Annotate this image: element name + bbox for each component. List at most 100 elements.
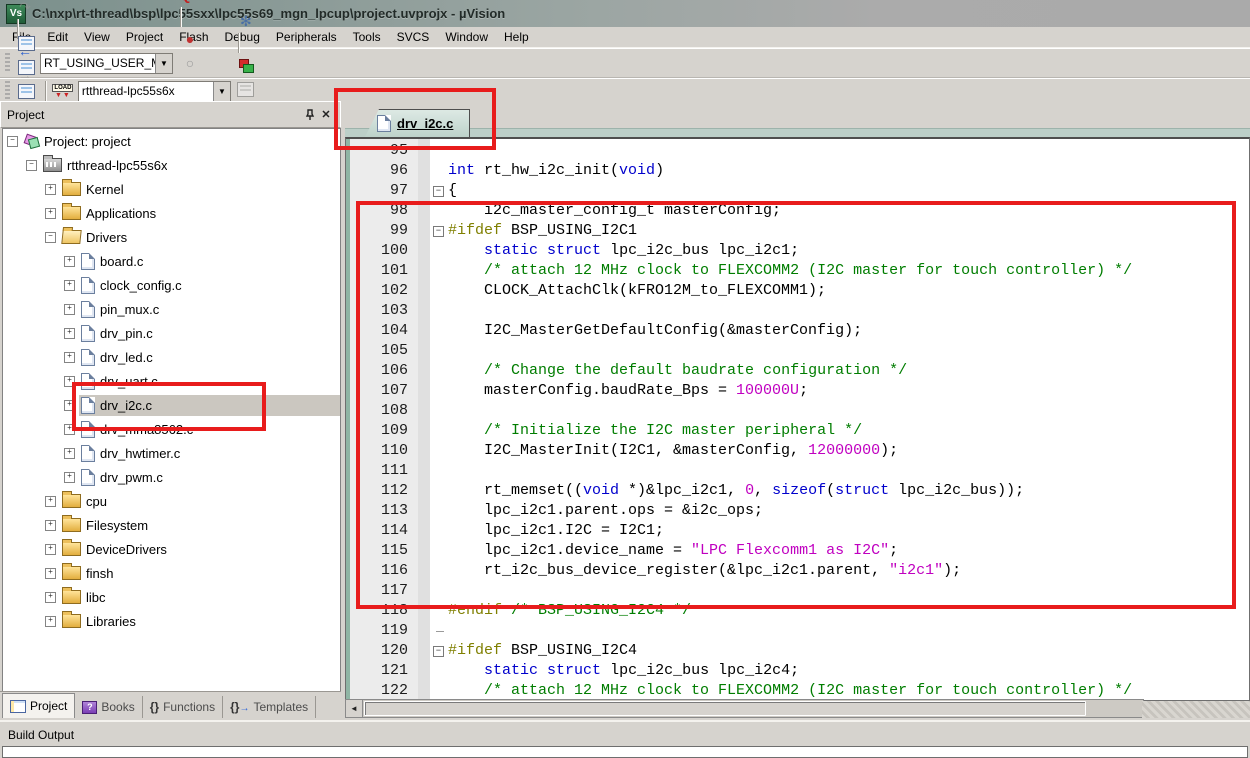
code-line-102[interactable]: 102 CLOCK_AttachClk(kFRO12M_to_FLEXCOMM1… — [346, 281, 1249, 301]
collapse-icon[interactable]: − — [26, 160, 37, 171]
collapse-icon[interactable]: − — [7, 136, 18, 147]
code-line-119[interactable]: 119 — [346, 621, 1249, 641]
tree-item-devicedrivers[interactable]: +DeviceDrivers — [3, 537, 340, 561]
tree-item-drv-mma8562-c[interactable]: +drv_mma8562.c — [3, 417, 340, 441]
code-line-118[interactable]: 118#endif /* BSP_USING_I2C4 */ — [346, 601, 1249, 621]
code-line-101[interactable]: 101 /* attach 12 MHz clock to FLEXCOMM2 … — [346, 261, 1249, 281]
code-editor[interactable]: 9596int rt_hw_i2c_init(void)97−{98 i2c_m… — [345, 137, 1250, 701]
menu-svcs[interactable]: SVCS — [389, 28, 438, 46]
target-combobox[interactable]: rtthread-lpc55s6x ▼ — [78, 81, 231, 102]
tab-project[interactable]: Project — [2, 693, 75, 718]
close-icon[interactable]: ✕ — [318, 107, 334, 123]
code-line-98[interactable]: 98 i2c_master_config_t masterConfig; — [346, 201, 1249, 221]
expand-icon[interactable]: + — [45, 568, 56, 579]
code-line-104[interactable]: 104 I2C_MasterGetDefaultConfig(&masterCo… — [346, 321, 1249, 341]
expand-icon[interactable]: + — [45, 208, 56, 219]
menu-project[interactable]: Project — [118, 28, 171, 46]
tab-books[interactable]: ?Books — [75, 696, 142, 718]
tree-item-rtthread-lpc55s6x[interactable]: −rtthread-lpc55s6x — [3, 153, 340, 177]
expand-icon[interactable]: + — [64, 448, 75, 459]
menu-help[interactable]: Help — [496, 28, 537, 46]
scroll-left-icon[interactable]: ◄ — [346, 700, 363, 717]
tree-item-drv-pwm-c[interactable]: +drv_pwm.c — [3, 465, 340, 489]
code-line-97[interactable]: 97−{ — [346, 181, 1249, 201]
expand-icon[interactable]: + — [64, 256, 75, 267]
tree-item-cpu[interactable]: +cpu — [3, 489, 340, 513]
tree-item-libraries[interactable]: +Libraries — [3, 609, 340, 633]
build-output-content[interactable] — [2, 746, 1248, 758]
download-to-flash-button[interactable]: LOAD▼▼ — [51, 79, 75, 103]
code-line-116[interactable]: 116 rt_i2c_bus_device_register(&lpc_i2c1… — [346, 561, 1249, 581]
define-combobox[interactable]: RT_USING_USER_MAI ▼ — [40, 53, 173, 74]
tree-item-clock-config-c[interactable]: +clock_config.c — [3, 273, 340, 297]
code-line-105[interactable]: 105 — [346, 341, 1249, 361]
code-line-110[interactable]: 110 I2C_MasterInit(I2C1, &masterConfig, … — [346, 441, 1249, 461]
fold-collapse-icon[interactable]: − — [433, 646, 444, 657]
menu-edit[interactable]: Edit — [39, 28, 76, 46]
expand-icon[interactable]: + — [45, 592, 56, 603]
expand-icon[interactable]: + — [45, 184, 56, 195]
tree-item-project-project[interactable]: −Project: project — [3, 129, 340, 153]
code-line-114[interactable]: 114 lpc_i2c1.I2C = I2C1; — [346, 521, 1249, 541]
expand-icon[interactable]: + — [64, 328, 75, 339]
code-line-108[interactable]: 108 — [346, 401, 1249, 421]
tree-item-drivers[interactable]: −Drivers — [3, 225, 340, 249]
quick-search-icon[interactable]: Q▼ — [176, 0, 204, 7]
code-line-96[interactable]: 96int rt_hw_i2c_init(void) — [346, 161, 1249, 181]
scrollbar-thumb[interactable] — [364, 701, 1086, 716]
enable-breakpoint-icon[interactable]: ○ — [176, 51, 204, 75]
tree-item-applications[interactable]: +Applications — [3, 201, 340, 225]
code-line-95[interactable]: 95 — [346, 141, 1249, 161]
tree-item-libc[interactable]: +libc — [3, 585, 340, 609]
tab-functions[interactable]: {}Functions — [143, 696, 223, 718]
expand-icon[interactable]: + — [45, 544, 56, 555]
code-line-109[interactable]: 109 /* Initialize the I2C master periphe… — [346, 421, 1249, 441]
code-line-111[interactable]: 111 — [346, 461, 1249, 481]
code-line-112[interactable]: 112 rt_memset((void *)&lpc_i2c1, 0, size… — [346, 481, 1249, 501]
tree-item-drv-i2c-c[interactable]: +drv_i2c.c — [3, 393, 340, 417]
code-line-107[interactable]: 107 masterConfig.baudRate_Bps = 100000U; — [346, 381, 1249, 401]
code-line-106[interactable]: 106 /* Change the default baudrate confi… — [346, 361, 1249, 381]
expand-icon[interactable]: + — [45, 520, 56, 531]
tree-item-filesystem[interactable]: +Filesystem — [3, 513, 340, 537]
code-line-117[interactable]: 117 — [346, 581, 1249, 601]
expand-icon[interactable]: + — [64, 280, 75, 291]
tab-templates[interactable]: {}→Templates — [223, 696, 316, 718]
fold-collapse-icon[interactable]: − — [433, 226, 444, 237]
code-line-120[interactable]: 120−#ifdef BSP_USING_I2C4 — [346, 641, 1249, 661]
translate-icon[interactable] — [13, 31, 41, 55]
tree-item-drv-pin-c[interactable]: +drv_pin.c — [3, 321, 340, 345]
expand-icon[interactable]: + — [64, 304, 75, 315]
code-line-100[interactable]: 100 static struct lpc_i2c_bus lpc_i2c1; — [346, 241, 1249, 261]
expand-icon[interactable]: + — [45, 496, 56, 507]
horizontal-scrollbar[interactable]: ◄ — [345, 699, 1144, 718]
tree-item-pin-mux-c[interactable]: +pin_mux.c — [3, 297, 340, 321]
manage-books-icon[interactable] — [234, 77, 258, 101]
tree-item-finsh[interactable]: +finsh — [3, 561, 340, 585]
expand-icon[interactable]: + — [64, 376, 75, 387]
tree-item-board-c[interactable]: +board.c — [3, 249, 340, 273]
code-line-115[interactable]: 115 lpc_i2c1.device_name = "LPC Flexcomm… — [346, 541, 1249, 561]
code-line-113[interactable]: 113 lpc_i2c1.parent.ops = &i2c_ops; — [346, 501, 1249, 521]
fold-collapse-icon[interactable]: − — [433, 186, 444, 197]
code-line-121[interactable]: 121 static struct lpc_i2c_bus lpc_i2c4; — [346, 661, 1249, 681]
menu-view[interactable]: View — [76, 28, 118, 46]
pin-icon[interactable] — [302, 107, 318, 123]
expand-icon[interactable]: + — [45, 616, 56, 627]
redo-icon[interactable]: ↷ — [13, 0, 37, 19]
insert-breakpoint-icon[interactable]: ● — [176, 27, 204, 51]
toolbar-grip[interactable] — [5, 53, 10, 73]
tree-item-drv-uart-c[interactable]: +drv_uart.c — [3, 369, 340, 393]
rebuild-icon[interactable] — [13, 79, 41, 103]
expand-icon[interactable]: + — [64, 400, 75, 411]
toolbar-grip[interactable] — [5, 81, 10, 101]
tree-item-drv-led-c[interactable]: +drv_led.c — [3, 345, 340, 369]
tab-drv-i2c[interactable]: drv_i2c.c — [365, 109, 470, 137]
chevron-down-icon[interactable]: ▼ — [155, 54, 172, 73]
build-icon[interactable] — [13, 55, 41, 79]
expand-icon[interactable]: + — [64, 472, 75, 483]
expand-icon[interactable]: + — [64, 424, 75, 435]
menu-tools[interactable]: Tools — [345, 28, 389, 46]
manage-project-items-icon[interactable] — [234, 53, 258, 77]
code-line-122[interactable]: 122 /* attach 12 MHz clock to FLEXCOMM2 … — [346, 681, 1249, 701]
